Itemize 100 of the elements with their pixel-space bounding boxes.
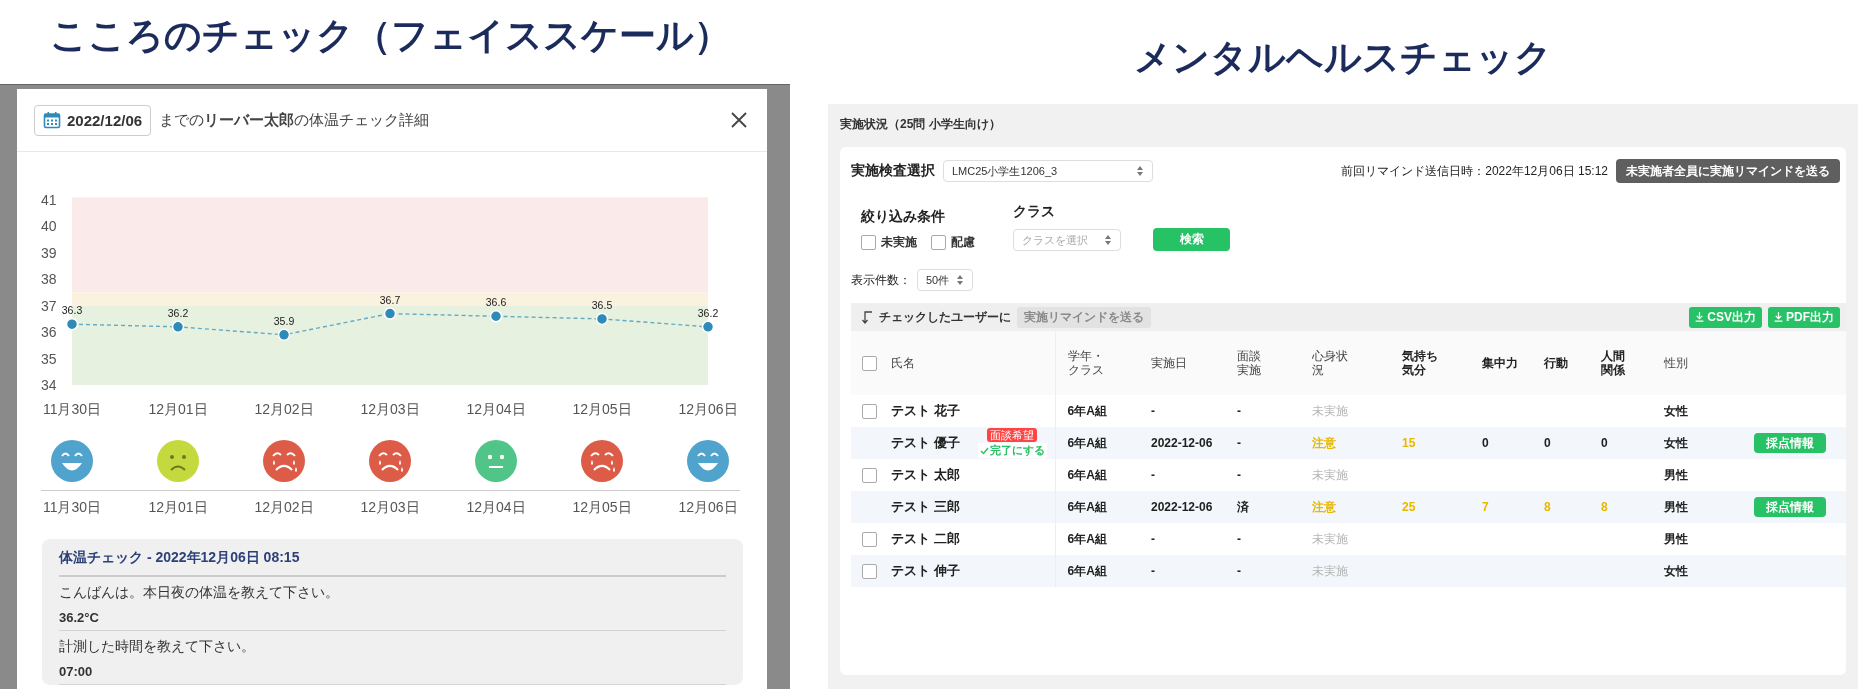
table-cell: 6年A組 xyxy=(1067,435,1107,450)
date-label: 12月01日 xyxy=(148,499,208,517)
date-label: 12月02日 xyxy=(254,499,314,517)
section-title: こころのチェック（フェイススケール） xyxy=(49,14,732,58)
page-size-select[interactable]: 50件 xyxy=(917,269,973,291)
table-cell: 男性 xyxy=(1664,499,1688,514)
answer-text: 07:00 xyxy=(59,664,94,679)
table-cell: 女性 xyxy=(1664,563,1688,578)
score-info-button[interactable]: 採点情報 xyxy=(1754,497,1826,517)
row-checkbox[interactable] xyxy=(862,531,877,547)
status-text: 未実施 xyxy=(1312,531,1348,546)
row-checkbox[interactable] xyxy=(862,563,877,579)
row-checkbox[interactable] xyxy=(862,467,877,483)
exam-select[interactable]: LMC25小学生1206_3 xyxy=(943,160,1153,182)
axis-tick-label: 12月05日 xyxy=(572,401,632,417)
table-cell: 2022-12-06 xyxy=(1151,436,1213,450)
axis-tick-label: 11月30日 xyxy=(42,401,102,417)
column-header: 氏名 xyxy=(891,355,915,371)
data-label: 36.7 xyxy=(379,293,401,306)
status-text: 未実施 xyxy=(1312,563,1348,578)
score-cell: 0 xyxy=(1601,436,1608,450)
download-icon xyxy=(1695,312,1705,322)
data-label: 36.6 xyxy=(485,296,507,309)
axis-tick-label: 37 xyxy=(41,297,57,314)
data-point xyxy=(65,317,79,331)
data-point xyxy=(595,312,609,326)
score-cell: 7 xyxy=(1482,500,1489,514)
axis-tick-label: 12月04日 xyxy=(466,401,526,417)
table-cell: - xyxy=(1237,564,1241,578)
axis-tick-label: 41 xyxy=(41,191,57,208)
close-icon[interactable] xyxy=(731,112,747,128)
score-cell: 8 xyxy=(1544,500,1551,514)
student-name: テスト 三郎 xyxy=(891,498,960,516)
table-cell: - xyxy=(1151,468,1155,482)
date-picker-button[interactable]: 2022/12/06 xyxy=(34,104,152,136)
interview-request-tag: 面談希望 xyxy=(987,428,1038,442)
data-point xyxy=(277,328,291,341)
data-label: 36.2 xyxy=(167,306,189,319)
student-name: テスト 花子 xyxy=(891,402,960,420)
column-header: 行動 xyxy=(1544,355,1568,371)
download-icon xyxy=(1774,312,1783,322)
panel-title: 実施状況（25問 小学生向け） xyxy=(840,116,1002,133)
table-cell: - xyxy=(1237,532,1241,546)
score-cell: 8 xyxy=(1601,500,1608,514)
column-header: 実施日 xyxy=(1151,355,1187,371)
answer-text: 36.2°C xyxy=(59,610,100,625)
page-size-label: 表示件数： xyxy=(851,271,911,289)
column-header: 心身状況 xyxy=(1312,348,1349,378)
date-label: 11月30日 xyxy=(42,499,102,517)
data-point xyxy=(171,320,185,334)
table-cell: - xyxy=(1151,532,1155,546)
date-label: 12月05日 xyxy=(572,499,632,517)
table-cell: 6年A組 xyxy=(1067,499,1107,514)
score-cell: 25 xyxy=(1402,500,1416,514)
student-name: テスト 二郎 xyxy=(891,530,960,548)
score-cell: 0 xyxy=(1544,436,1551,450)
table-cell: 女性 xyxy=(1664,435,1688,450)
axis-tick-label: 12月06日 xyxy=(678,401,738,417)
axis-tick-label: 34 xyxy=(41,377,57,393)
select-all-checkbox[interactable] xyxy=(862,355,877,371)
row-checkbox[interactable] xyxy=(862,403,877,419)
table-cell: 6年A組 xyxy=(1067,531,1107,546)
data-point xyxy=(383,307,397,320)
export-button[interactable]: CSV出力 xyxy=(1689,306,1762,328)
axis-tick-label: 36 xyxy=(41,324,57,341)
data-label: 36.2 xyxy=(697,306,719,319)
export-button[interactable]: PDF出力 xyxy=(1768,306,1840,328)
dialog-title: までのリーバー太郎の体温チェック詳細 xyxy=(159,110,430,130)
record-title: 体温チェック - 2022年12月06日 08:15 xyxy=(59,549,726,577)
table-cell: 2022-12-06 xyxy=(1151,500,1213,514)
mark-complete-link[interactable]: 完了にする xyxy=(977,443,1047,458)
filter-checkbox[interactable]: 配慮 xyxy=(931,234,975,251)
search-button[interactable]: 検索 xyxy=(1153,228,1230,251)
table-cell: - xyxy=(1237,436,1241,450)
filter-checkbox[interactable]: 未実施 xyxy=(861,234,917,251)
student-name: テスト 伸子 xyxy=(891,562,960,580)
last-reminder-text: 前回リマインド送信日時：2022年12月06日 15:12 xyxy=(1341,162,1608,180)
data-label: 36.3 xyxy=(61,304,83,317)
column-header: 学年・クラス xyxy=(1067,348,1105,378)
remind-all-button[interactable]: 未実施者全員に実施リマインドを送る xyxy=(1616,159,1840,183)
axis-tick-label: 12月03日 xyxy=(360,401,420,417)
axis-tick-label: 39 xyxy=(41,244,57,261)
student-name: テスト 太郎 xyxy=(891,466,960,484)
status-text: 注意 xyxy=(1312,435,1336,450)
table-cell: - xyxy=(1237,404,1241,418)
check-icon xyxy=(979,446,989,455)
filter-label: 絞り込み条件 xyxy=(861,208,946,226)
class-select[interactable]: クラスを選択 xyxy=(1013,229,1121,251)
exam-label: 実施検査選択 xyxy=(851,162,935,180)
class-label: クラス xyxy=(1013,203,1056,221)
data-point xyxy=(701,320,715,334)
table-cell: 男性 xyxy=(1664,467,1688,482)
table-cell: - xyxy=(1237,468,1241,482)
table-cell: 済 xyxy=(1237,499,1249,514)
table-cell: 6年A組 xyxy=(1067,403,1107,418)
status-text: 注意 xyxy=(1312,499,1336,514)
data-label: 35.9 xyxy=(273,314,295,327)
question-text: 計測した時間を教えて下さい。 xyxy=(59,638,256,656)
bulk-label: チェックしたユーザーに xyxy=(879,308,1011,326)
score-info-button[interactable]: 採点情報 xyxy=(1754,433,1826,453)
